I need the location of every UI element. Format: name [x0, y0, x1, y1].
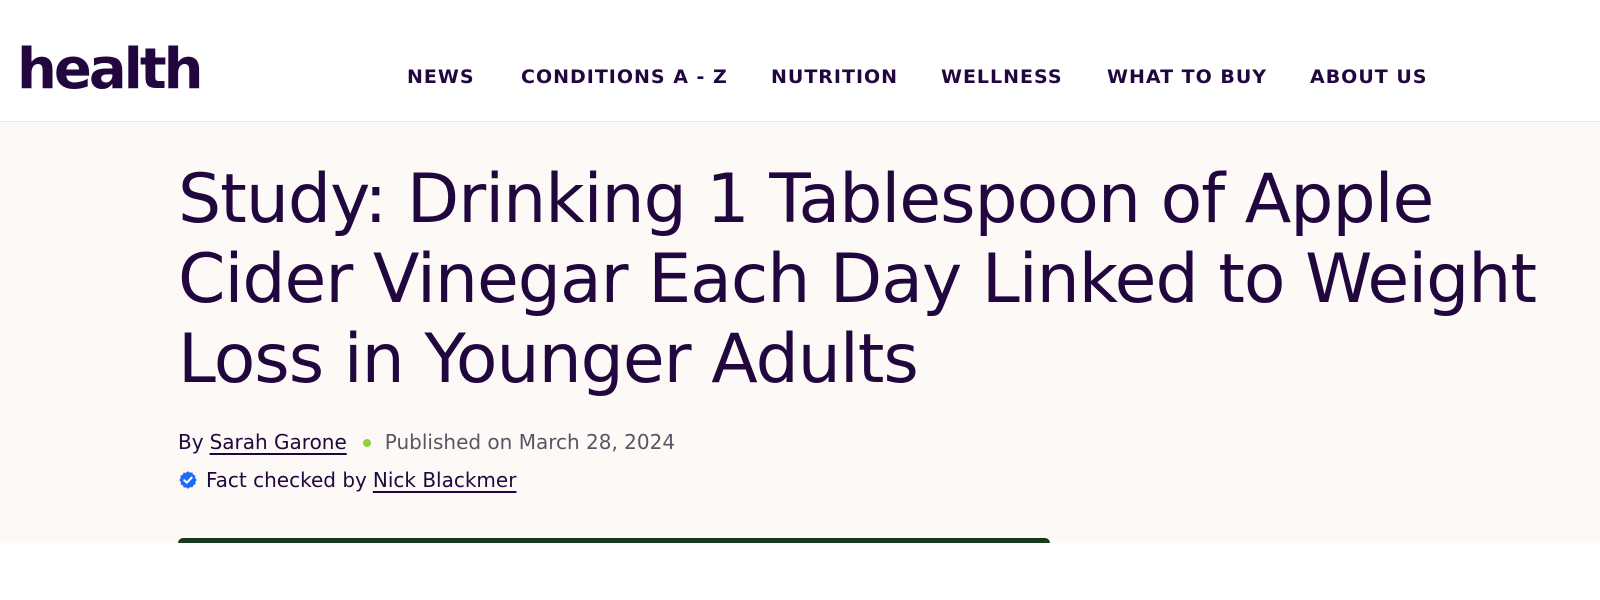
nav-item-news[interactable]: NEWS: [407, 64, 475, 90]
nav-item-what-to-buy[interactable]: WHAT TO BUY: [1107, 64, 1267, 90]
fact-checker-link[interactable]: Nick Blackmer: [373, 468, 517, 492]
published-date: Published on March 28, 2024: [384, 430, 676, 454]
article-header: Study: Drinking 1 Tablespoon of Apple Ci…: [0, 122, 1600, 543]
dot-separator: [362, 438, 371, 447]
nav-item-conditions[interactable]: CONDITIONS A - Z: [521, 64, 728, 90]
nav-item-about-us[interactable]: ABOUT US: [1310, 64, 1427, 90]
nav-item-nutrition[interactable]: NUTRITION: [771, 64, 898, 90]
by-label: By: [178, 430, 204, 454]
fact-check-line: Fact checked by Nick Blackmer: [178, 466, 516, 494]
verified-badge-icon: [179, 471, 197, 489]
article-title: Study: Drinking 1 Tablespoon of Apple Ci…: [178, 160, 1537, 399]
site-header: health NEWS CONDITIONS A - Z NUTRITION W…: [0, 0, 1600, 122]
byline: By Sarah Garone Published on March 28, 202…: [178, 428, 675, 456]
nav-item-wellness[interactable]: WELLNESS: [941, 64, 1063, 90]
author-link[interactable]: Sarah Garone: [210, 430, 347, 454]
fact-checked-label: Fact checked by: [206, 468, 367, 492]
site-logo[interactable]: health: [17, 38, 203, 102]
hero-image: [178, 538, 1050, 543]
